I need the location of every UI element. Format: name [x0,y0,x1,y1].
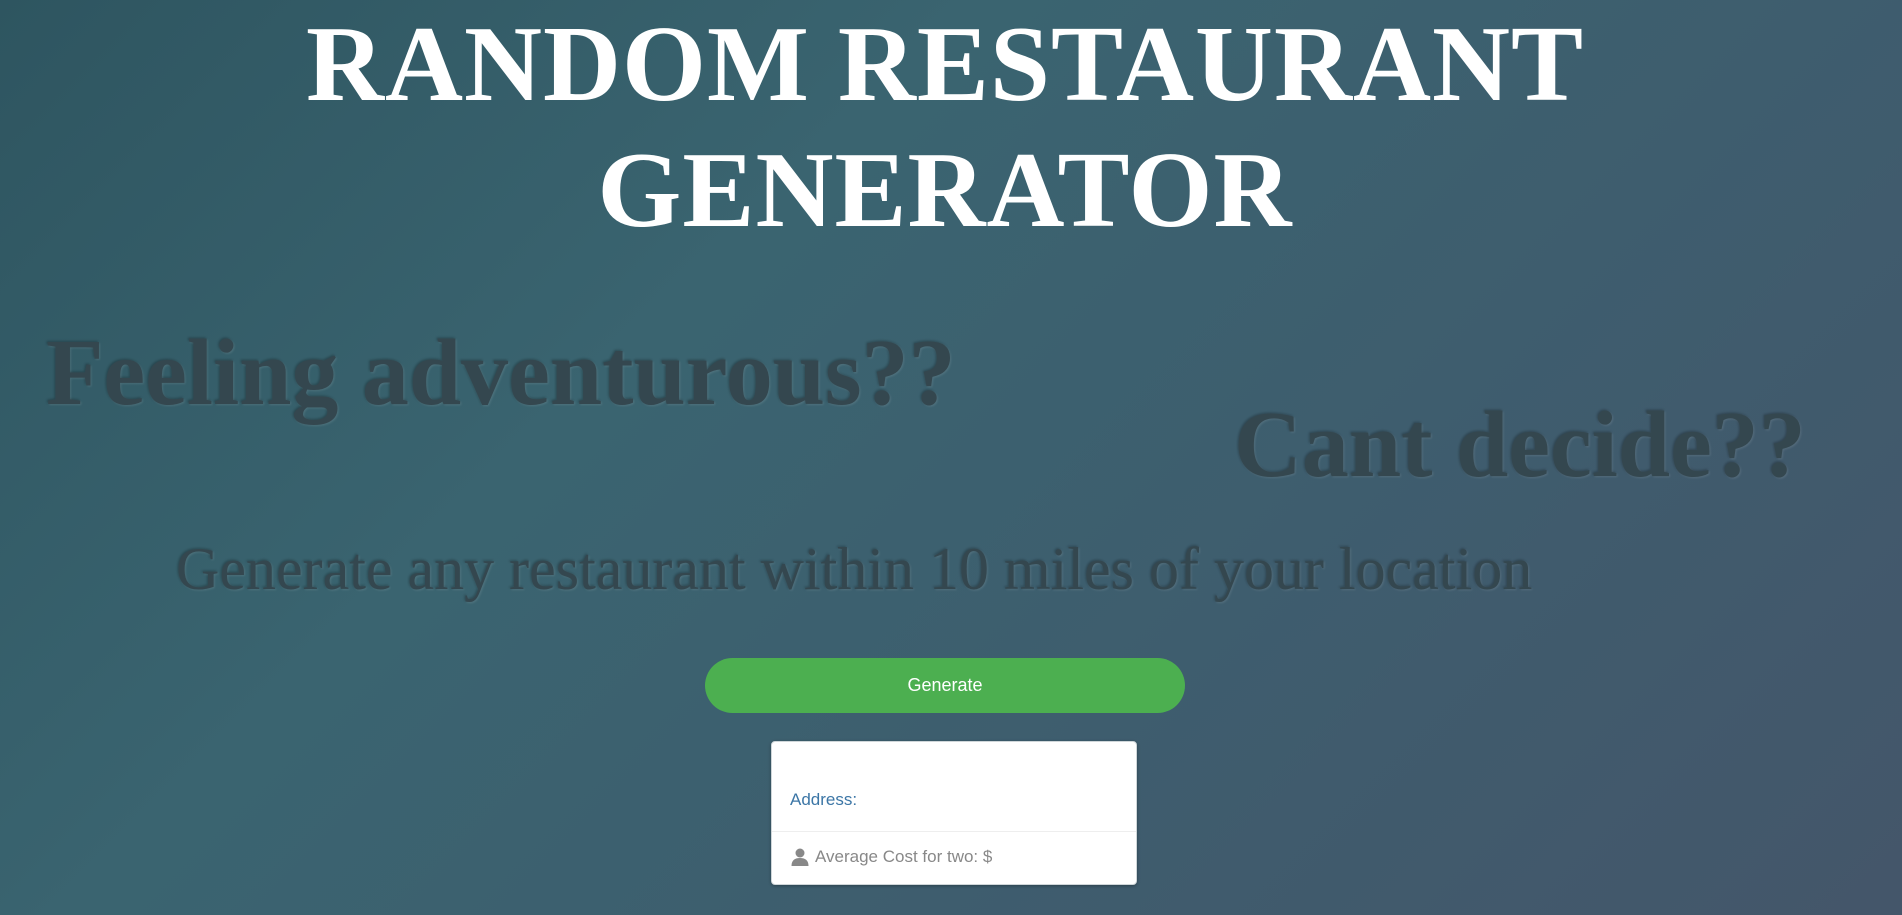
title-line-1: RANDOM RESTAURANT [305,5,1585,124]
address-label: Address: [790,790,858,809]
average-cost-row: Average Cost for two: $ [772,832,1136,884]
page-title: RANDOM RESTAURANT GENERATOR [0,2,1890,254]
tagline-feeling-adventurous: Feeling adventurous?? [46,321,956,425]
restaurant-result-card: Address: Average Cost for two: $ [771,741,1137,885]
title-line-2: GENERATOR [597,131,1293,250]
average-cost-label: Average Cost for two: $ [815,847,993,866]
user-icon [790,847,810,867]
tagline-cant-decide: Cant decide?? [1234,393,1806,497]
generate-button[interactable]: Generate [705,658,1185,713]
tagline-generate-description: Generate any restaurant within 10 miles … [176,536,1533,602]
address-row: Address: [772,742,1136,832]
